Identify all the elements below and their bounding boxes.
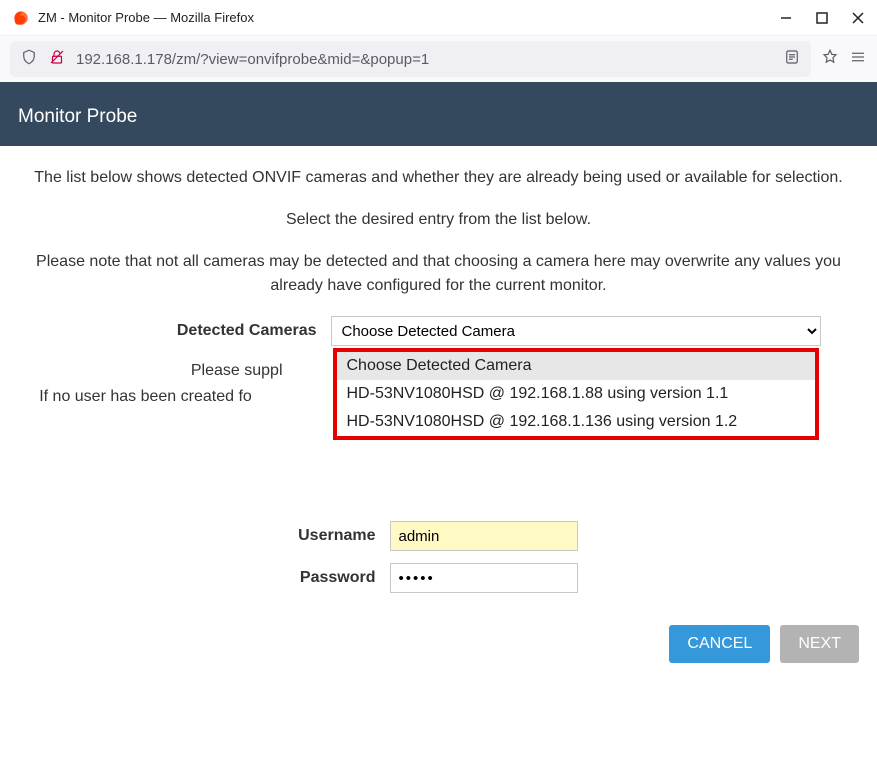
dropdown-option[interactable]: HD-53NV1080HSD @ 192.168.1.88 using vers…	[337, 380, 815, 408]
credentials-section: Username Password	[6, 521, 871, 593]
username-row: Username	[6, 521, 871, 551]
url-text[interactable]: 192.168.1.178/zm/?view=onvifprobe&mid=&p…	[76, 51, 773, 68]
dropdown-option[interactable]: HD-53NV1080HSD @ 192.168.1.136 using ver…	[337, 408, 815, 436]
password-row: Password	[6, 563, 871, 593]
close-button[interactable]	[851, 11, 865, 25]
reader-mode-icon[interactable]	[783, 48, 801, 71]
bookmark-star-icon[interactable]	[821, 48, 839, 71]
obscured-left-1: Please suppl	[9, 358, 289, 384]
hamburger-menu-icon[interactable]	[849, 48, 867, 71]
intro-paragraph-2: Select the desired entry from the list b…	[10, 208, 867, 232]
shield-icon[interactable]	[20, 48, 38, 71]
browser-toolbar: 192.168.1.178/zm/?view=onvifprobe&mid=&p…	[0, 36, 877, 82]
detected-cameras-label: Detected Cameras	[57, 322, 317, 340]
cancel-button[interactable]: CANCEL	[669, 625, 770, 663]
intro-paragraph-1: The list below shows detected ONVIF came…	[10, 166, 867, 190]
window-controls	[779, 11, 865, 25]
username-label: Username	[186, 527, 376, 545]
username-input[interactable]	[390, 521, 578, 551]
firefox-icon	[12, 9, 30, 27]
password-label: Password	[186, 569, 376, 587]
page-content: The list below shows detected ONVIF came…	[0, 146, 877, 697]
window-titlebar: ZM - Monitor Probe — Mozilla Firefox	[0, 0, 877, 36]
detected-cameras-dropdown: Choose Detected Camera HD-53NV1080HSD @ …	[333, 348, 819, 440]
detected-cameras-select-wrap: Choose Detected Camera Choose Detected C…	[331, 316, 821, 346]
page-header: Monitor Probe	[0, 82, 877, 146]
dropdown-option[interactable]: Choose Detected Camera	[337, 352, 815, 380]
obscured-left-2: If no user has been created fo	[39, 384, 258, 410]
detected-cameras-row: Detected Cameras Choose Detected Camera …	[6, 316, 871, 346]
insecure-lock-icon[interactable]	[48, 48, 66, 71]
minimize-button[interactable]	[779, 11, 793, 25]
next-button[interactable]: NEXT	[780, 625, 859, 663]
url-bar[interactable]: 192.168.1.178/zm/?view=onvifprobe&mid=&p…	[10, 41, 811, 77]
maximize-button[interactable]	[815, 11, 829, 25]
window-title: ZM - Monitor Probe — Mozilla Firefox	[38, 10, 779, 25]
detected-cameras-select[interactable]: Choose Detected Camera	[331, 316, 821, 346]
button-bar: CANCEL NEXT	[6, 605, 871, 683]
page-title: Monitor Probe	[18, 106, 137, 127]
password-input[interactable]	[390, 563, 578, 593]
intro-paragraph-3: Please note that not all cameras may be …	[10, 250, 867, 298]
